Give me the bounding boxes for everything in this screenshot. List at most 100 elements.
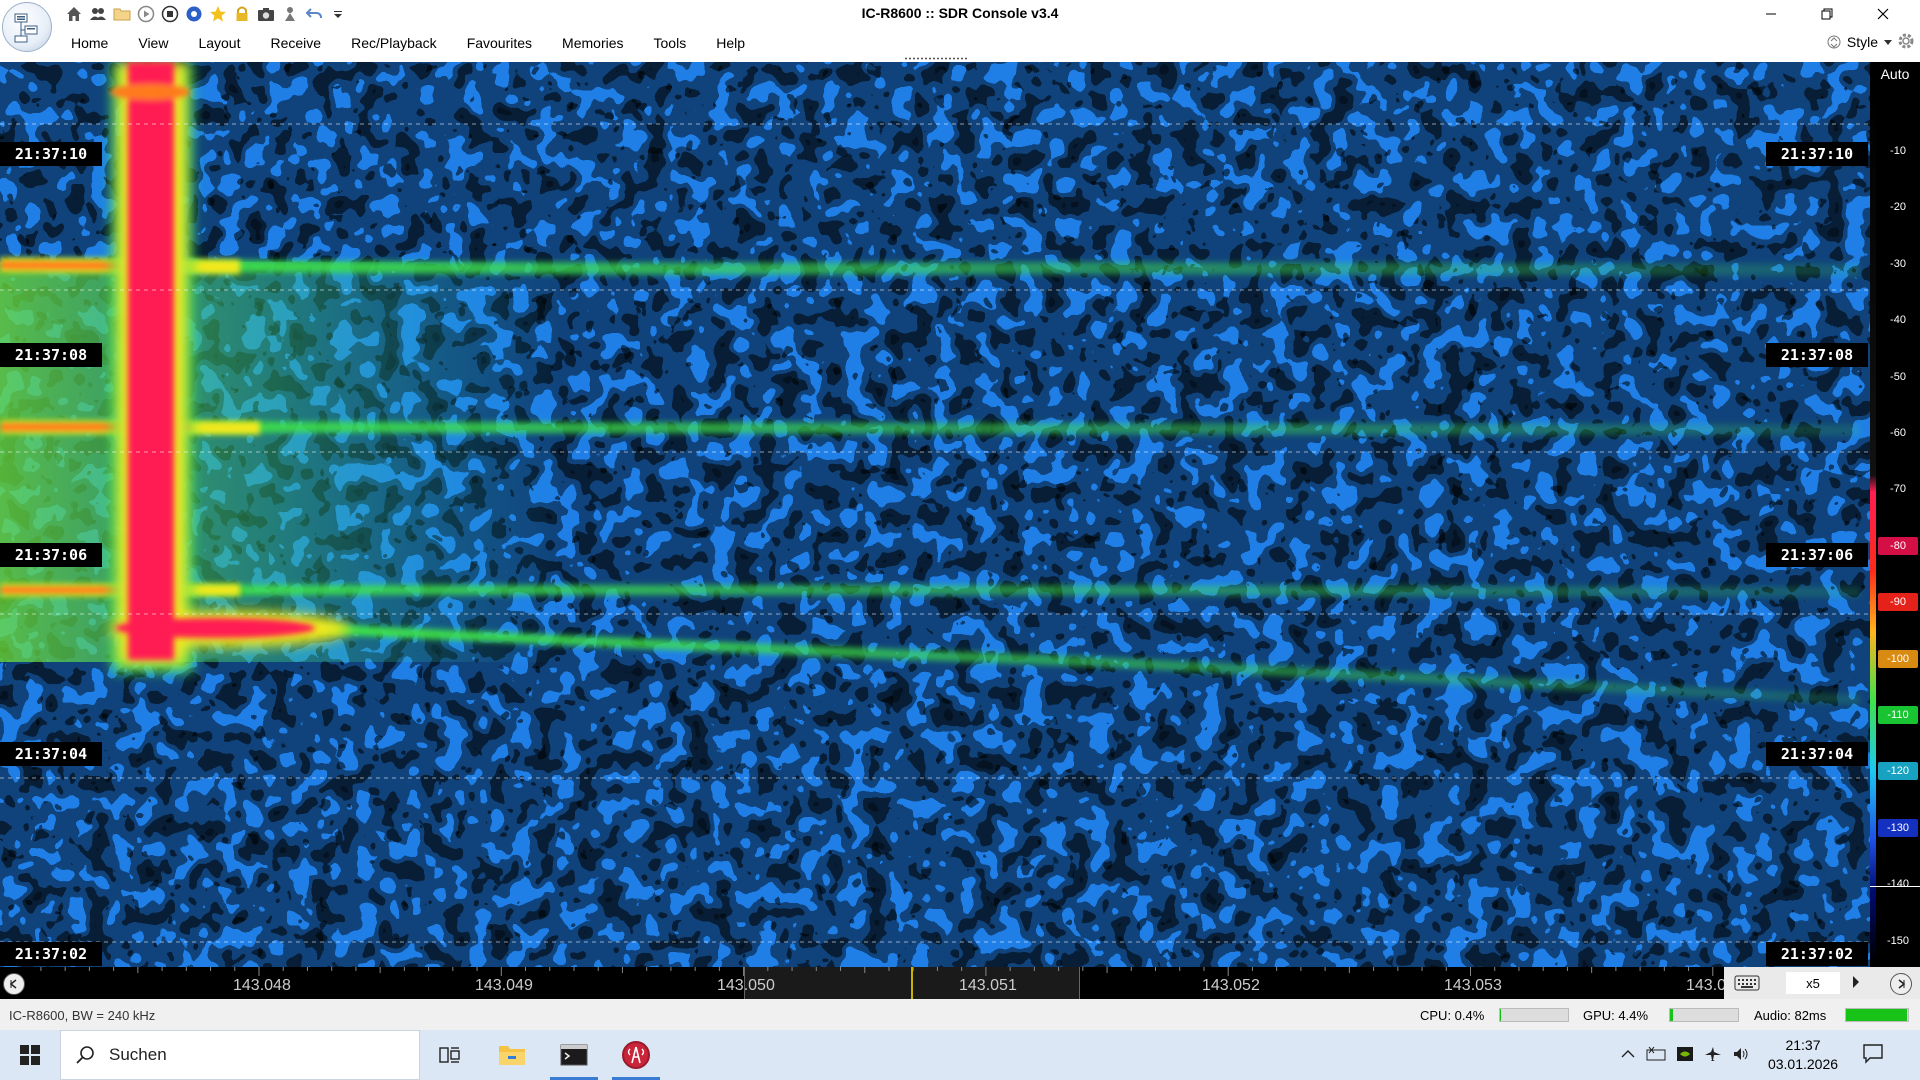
db-tick-label: -120 — [1878, 762, 1918, 781]
search-icon — [76, 1046, 94, 1064]
time-label-right: 21:37:04 — [1766, 742, 1868, 766]
db-tick-label: -40 — [1890, 314, 1906, 327]
menu-view[interactable]: View — [123, 32, 183, 54]
frequency-scale[interactable]: 143.048 143.049 143.050 143.051 143.052 … — [34, 967, 1727, 999]
taskbar-search[interactable]: Suchen — [60, 1030, 420, 1080]
menu-layout[interactable]: Layout — [183, 32, 255, 54]
nvidia-icon[interactable] — [1676, 1046, 1694, 1065]
title-bar: IC-R8600 :: SDR Console v3.4 — [0, 0, 1920, 28]
db-tick-label: -30 — [1890, 257, 1906, 270]
db-reference-line — [1870, 886, 1920, 887]
windows-logo-icon — [20, 1045, 40, 1065]
frequency-label: 143.053 — [1444, 977, 1502, 994]
windows-taskbar: Suchen 21:37 03.01.2026 — [0, 1030, 1920, 1080]
tray-chevron-up-icon[interactable] — [1620, 1046, 1636, 1065]
menu-home[interactable]: Home — [56, 32, 123, 54]
system-tray — [1620, 1030, 1750, 1080]
frequency-label: 143.050 — [717, 977, 775, 994]
search-placeholder: Suchen — [109, 1045, 167, 1064]
keyboard-button[interactable] — [1734, 974, 1760, 992]
keyboard-layout-icon[interactable] — [1646, 1046, 1666, 1065]
menu-rec-playback[interactable]: Rec/Playback — [336, 32, 452, 54]
menu-bar: Home View Layout Receive Rec/Playback Fa… — [56, 32, 760, 54]
db-tick-label: -130 — [1878, 818, 1918, 837]
db-tick-label: -70 — [1890, 483, 1906, 496]
close-button[interactable] — [1855, 0, 1911, 28]
db-tick-label: -150 — [1886, 934, 1910, 947]
db-tick-label: -20 — [1890, 201, 1906, 214]
menu-memories[interactable]: Memories — [547, 32, 638, 54]
cpu-meter — [1499, 1008, 1569, 1022]
db-tick-label: -90 — [1878, 593, 1918, 612]
taskbar-terminal[interactable] — [546, 1030, 602, 1080]
menu-help[interactable]: Help — [701, 32, 760, 54]
keyboard-icon — [1734, 975, 1760, 991]
chevron-right-icon — [1898, 979, 1906, 989]
settings-button[interactable] — [1896, 31, 1916, 54]
time-label-left: 21:37:04 — [0, 742, 102, 766]
frequency-label: 143.0 — [1686, 977, 1727, 994]
folder-icon — [499, 1046, 525, 1065]
zoom-level[interactable]: x5 — [1786, 972, 1840, 994]
time-label-right: 21:37:10 — [1766, 142, 1868, 166]
menu-favourites[interactable]: Favourites — [452, 32, 547, 54]
db-tick-label: -140 — [1886, 878, 1910, 891]
receiver-center-marker[interactable] — [911, 967, 913, 999]
taskbar-file-explorer[interactable] — [484, 1030, 540, 1080]
gpu-meter-fill — [1670, 1009, 1673, 1021]
window-title: IC-R8600 :: SDR Console v3.4 — [861, 5, 1059, 21]
zoom-next-button[interactable] — [1852, 975, 1860, 992]
device-status: IC-R8600, BW = 240 kHz — [9, 1008, 156, 1023]
frequency-label: 143.048 — [233, 977, 291, 994]
app-menu-icon — [14, 13, 38, 43]
frequency-label: 143.051 — [959, 977, 1017, 994]
cpu-usage-label: CPU: 0.4% — [1420, 1008, 1485, 1023]
scroll-updown-icon — [1827, 35, 1841, 49]
db-tick-label: -10 — [1890, 145, 1906, 157]
start-button[interactable] — [0, 1030, 60, 1080]
waterfall-display[interactable]: 21:37:10 21:37:08 21:37:06 21:37:04 21:3… — [0, 62, 1870, 967]
db-scale[interactable]: Auto -10 -20 -30 -40 -50 -60 -70 -80 -90 -100 -110… — [1870, 62, 1920, 967]
task-view-icon — [439, 1047, 460, 1063]
audio-meter — [1845, 1008, 1909, 1022]
splitter-handle[interactable] — [904, 57, 968, 60]
clock-time: 21:37 — [1785, 1037, 1821, 1053]
db-tick-label: -50 — [1890, 370, 1906, 383]
taskbar-clock[interactable]: 21:37 03.01.2026 — [1760, 1036, 1846, 1074]
db-tick-label: -100 — [1878, 649, 1918, 668]
db-tick-label: -110 — [1878, 706, 1918, 724]
db-tick-label: -60 — [1890, 427, 1906, 439]
sdr-console-icon — [622, 1041, 650, 1069]
audio-meter-fill — [1846, 1009, 1907, 1021]
restore-button[interactable] — [1799, 0, 1855, 28]
clock-date: 03.01.2026 — [1767, 1056, 1839, 1072]
time-label-right: 21:37:06 — [1766, 543, 1868, 567]
airplane-mode-icon[interactable] — [1704, 1046, 1722, 1065]
scroll-left-button[interactable] — [3, 973, 25, 995]
time-label-left: 21:37:10 — [0, 142, 102, 166]
style-selector[interactable]: Style — [1827, 33, 1892, 51]
db-tick-label: -80 — [1878, 536, 1918, 555]
taskbar-sdr-console[interactable] — [608, 1030, 664, 1080]
minimize-button[interactable] — [1743, 0, 1799, 28]
chevron-down-icon — [1884, 40, 1892, 45]
notification-icon — [1863, 1044, 1883, 1064]
gpu-usage-label: GPU: 4.4% — [1583, 1008, 1649, 1023]
volume-icon[interactable] — [1732, 1046, 1750, 1065]
task-view-button[interactable] — [422, 1030, 478, 1080]
cpu-meter-fill — [1500, 1009, 1501, 1021]
triangle-right-icon — [1853, 976, 1859, 988]
frequency-label: 143.049 — [475, 977, 533, 994]
auto-scale-label[interactable]: Auto — [1870, 66, 1920, 82]
menu-receive[interactable]: Receive — [256, 32, 337, 54]
time-label-left: 21:37:06 — [0, 543, 102, 567]
notifications-button[interactable] — [1862, 1042, 1884, 1067]
status-bar: IC-R8600, BW = 240 kHz CPU: 0.4% GPU: 4.… — [0, 999, 1920, 1030]
gear-icon — [1898, 33, 1914, 49]
gpu-meter — [1669, 1008, 1739, 1022]
terminal-icon — [560, 1044, 588, 1066]
style-label: Style — [1846, 34, 1878, 50]
scroll-right-button[interactable] — [1890, 973, 1912, 995]
menu-tools[interactable]: Tools — [639, 32, 702, 54]
application-menu-button[interactable] — [2, 2, 52, 52]
